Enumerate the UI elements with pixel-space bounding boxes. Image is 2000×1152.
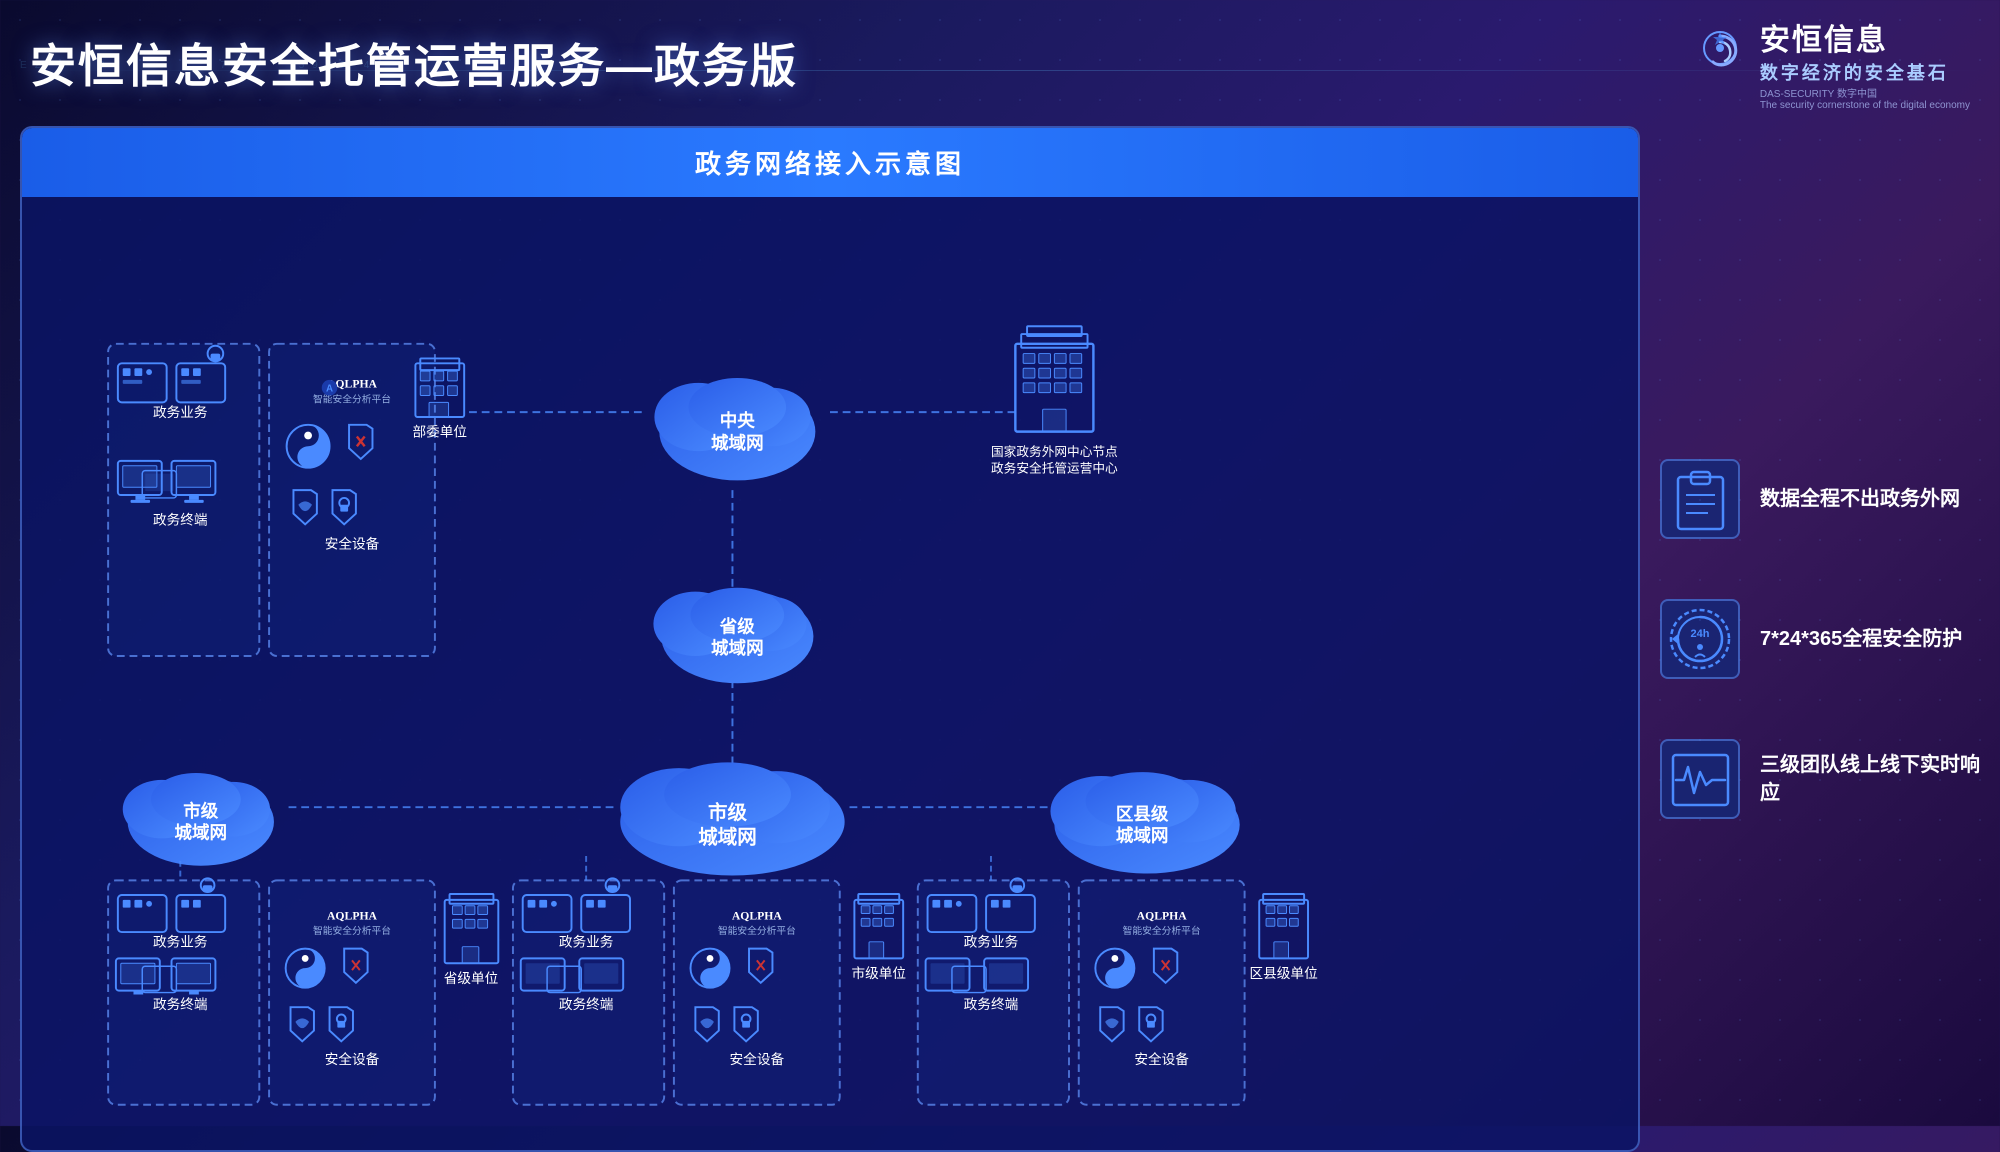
logo-sub2: The security cornerstone of the digital …: [1760, 100, 1970, 111]
logo-sub1: DAS-SECURITY 数字中国: [1760, 85, 1970, 100]
clipboard-icon: [1673, 467, 1728, 532]
svg-text:AQLPHA: AQLPHA: [327, 909, 378, 922]
svg-text:政务业务: 政务业务: [153, 935, 208, 950]
svg-text:A: A: [326, 384, 333, 395]
svg-text:安全设备: 安全设备: [325, 1051, 380, 1067]
svg-text:城域网: 城域网: [1116, 825, 1169, 845]
svg-text:智能安全分析平台: 智能安全分析平台: [313, 924, 391, 937]
svg-text:安全设备: 安全设备: [325, 536, 380, 552]
svg-text:政务业务: 政务业务: [559, 935, 614, 950]
heartbeat-icon-box: [1660, 739, 1740, 819]
svg-text:城域网: 城域网: [174, 822, 227, 842]
logo-text-group: 安恒信息 数字经济的安全基石 DAS-SECURITY 数字中国 The sec…: [1760, 15, 1970, 111]
24h-icon-box: 24h: [1660, 599, 1740, 679]
svg-text:城域网: 城域网: [698, 825, 757, 848]
svg-text:中央: 中央: [720, 411, 756, 431]
main-content: 政务网络接入示意图: [20, 126, 1980, 1152]
network-diagram-svg: 政务业务 政务终端 AQLPHA: [52, 217, 1608, 1134]
svg-text:智能安全分析平台: 智能安全分析平台: [1123, 924, 1201, 937]
svg-text:政务终端: 政务终端: [153, 997, 208, 1012]
svg-text:政务终端: 政务终端: [153, 512, 208, 527]
svg-text:区县级: 区县级: [1116, 804, 1169, 824]
diagram-title: 政务网络接入示意图: [22, 128, 1638, 197]
protection-text: 7*24*365全程安全防护: [1760, 625, 1962, 653]
svg-text:省级: 省级: [719, 617, 756, 637]
feature-24h: 24h 7*24*365全程安全防护: [1660, 599, 1980, 679]
svg-text:安全设备: 安全设备: [730, 1051, 785, 1067]
svg-text:安全设备: 安全设备: [1134, 1051, 1189, 1067]
svg-text:AQLPHA: AQLPHA: [732, 909, 783, 922]
feature-data-network: 数据全程不出政务外网: [1660, 459, 1980, 539]
data-network-text: 数据全程不出政务外网: [1760, 485, 1960, 513]
svg-text:部委单位: 部委单位: [412, 424, 467, 439]
data-network-icon-box: [1660, 459, 1740, 539]
svg-text:政务业务: 政务业务: [153, 405, 208, 420]
logo-svg-icon: [1665, 28, 1745, 98]
svg-text:市级: 市级: [183, 801, 219, 821]
svg-text:市级: 市级: [708, 801, 748, 824]
svg-text:智能安全分析平台: 智能安全分析平台: [313, 392, 391, 405]
company-logo: 安恒信息 数字经济的安全基石 DAS-SECURITY 数字中国 The sec…: [1665, 15, 1970, 111]
svg-text:政务终端: 政务终端: [964, 997, 1019, 1012]
svg-text:AQLPHA: AQLPHA: [1137, 909, 1188, 922]
svg-text:政务业务: 政务业务: [964, 935, 1019, 950]
diagram-body: 政务业务 政务终端 AQLPHA: [22, 197, 1638, 1152]
svg-text:区县级单位: 区县级单位: [1250, 966, 1319, 981]
svg-text:政务终端: 政务终端: [559, 997, 614, 1012]
three-tier-text: 三级团队线上线下实时响应: [1760, 751, 1980, 807]
svg-text:城域网: 城域网: [711, 433, 764, 453]
svg-text:城域网: 城域网: [711, 638, 764, 658]
logo-tagline: 数字经济的安全基石: [1760, 59, 1970, 85]
svg-text:24h: 24h: [1690, 628, 1709, 640]
svg-text:市级单位: 市级单位: [851, 965, 906, 981]
svg-text:国家政务外网中心节点: 国家政务外网中心节点: [991, 444, 1118, 459]
heartbeat-icon: [1668, 747, 1733, 812]
diagram-panel: 政务网络接入示意图: [20, 126, 1640, 1152]
svg-text:智能安全分析平台: 智能安全分析平台: [718, 924, 796, 937]
clock24-icon: 24h: [1668, 607, 1733, 672]
svg-text:省级单位: 省级单位: [444, 971, 499, 986]
right-panel: 数据全程不出政务外网 24h: [1660, 126, 1980, 1152]
logo-company-name: 安恒信息: [1760, 15, 1970, 59]
feature-three-tier: 三级团队线上线下实时响应: [1660, 739, 1980, 819]
page-title: 安恒信息安全托管运营服务—政务版: [30, 30, 798, 96]
svg-text:政务安全托管运营中心: 政务安全托管运营中心: [991, 461, 1118, 476]
header: 安恒信息安全托管运营服务—政务版 安恒信息 数字经济的安全基石 DAS-SECU…: [0, 0, 2000, 121]
